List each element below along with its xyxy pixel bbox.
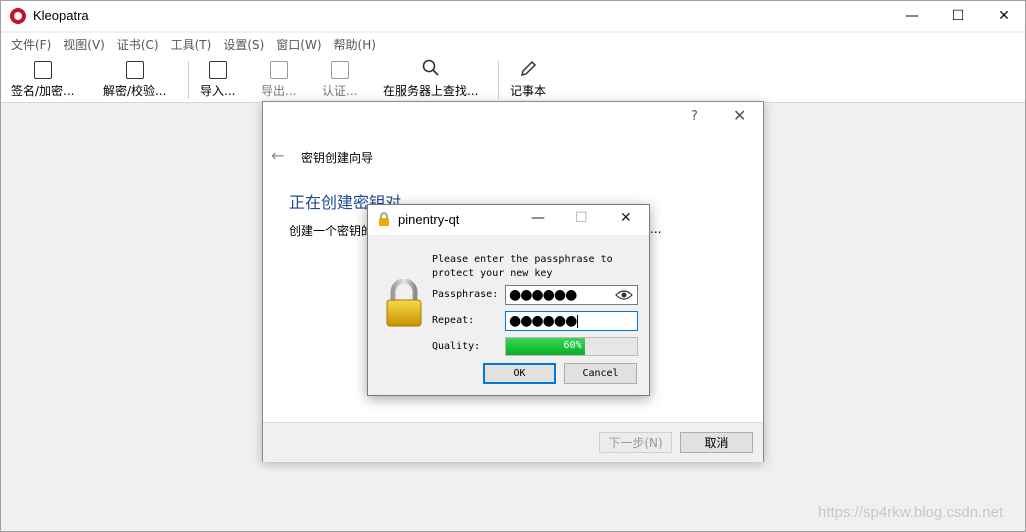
minimize-button[interactable]: — (889, 1, 935, 31)
toolbar: 签名/加密... 解密/校验... 导入... 导出... 认证... 在服务器… (1, 55, 1025, 103)
repeat-value: ●●●●●● (509, 313, 577, 329)
ok-button[interactable]: OK (483, 363, 556, 384)
menu-settings[interactable]: 设置(S) (217, 33, 270, 55)
pinentry-title-bar: pinentry-qt — ☐ ✕ (368, 205, 649, 235)
pinentry-maximize-button: ☐ (575, 210, 588, 226)
toolbar-separator (498, 61, 499, 99)
repeat-label: Repeat: (432, 315, 475, 326)
sign-encrypt-label: 签名/加密... (11, 84, 75, 98)
repeat-passphrase-container: ●●●●●● (509, 313, 579, 329)
kleopatra-logo-icon (10, 8, 26, 24)
window-title: Kleopatra (33, 8, 89, 23)
padlock-icon (386, 279, 422, 327)
wizard-title: 密钥创建向导 (301, 151, 374, 165)
search-icon (422, 59, 439, 76)
wizard-description: 创建一个密钥的... (289, 222, 661, 239)
passphrase-input[interactable]: ●●●●●● (505, 285, 638, 305)
wizard-description-tail: ... (650, 222, 662, 236)
certify-icon (330, 61, 349, 79)
import-label: 导入... (200, 84, 236, 98)
next-button[interactable]: 下一步(N) (599, 432, 672, 453)
wizard-description-start: 创建一个密钥的 (289, 224, 374, 238)
menu-certificates[interactable]: 证书(C) (111, 33, 165, 55)
show-password-eye-icon[interactable] (615, 288, 633, 302)
passphrase-value: ●●●●●● (509, 287, 577, 303)
wizard-close-button[interactable]: ✕ (733, 106, 746, 125)
pinentry-dialog: pinentry-qt — ☐ ✕ Please enter the passp… (367, 204, 650, 396)
quality-value: 60% (563, 340, 582, 351)
lookup-server-button[interactable]: 在服务器上查找... (383, 59, 478, 99)
import-icon (208, 61, 227, 79)
notepad-button[interactable]: 记事本 (510, 59, 546, 99)
pencil-icon (520, 60, 537, 77)
wizard-cancel-button[interactable]: 取消 (680, 432, 753, 453)
notepad-label: 记事本 (510, 84, 547, 98)
quality-progress-bar: 60% (505, 337, 638, 356)
sign-encrypt-button[interactable]: 签名/加密... (11, 59, 75, 99)
pinentry-close-button[interactable]: ✕ (620, 210, 632, 226)
menu-view[interactable]: 视图(V) (57, 33, 111, 55)
quality-label: Quality: (432, 341, 481, 352)
lookup-server-label: 在服务器上查找... (383, 84, 479, 98)
import-button[interactable]: 导入... (200, 59, 235, 99)
decrypt-verify-button[interactable]: 解密/校验... (103, 59, 167, 99)
export-button[interactable]: 导出... (261, 59, 296, 99)
close-button[interactable]: ✕ (981, 1, 1026, 31)
help-button[interactable]: ? (691, 109, 698, 124)
menu-window[interactable]: 窗口(W) (270, 33, 327, 55)
menu-file[interactable]: 文件(F) (5, 33, 57, 55)
watermark-text: https://sp4rkw.blog.csdn.net (818, 504, 1004, 521)
menu-tools[interactable]: 工具(T) (165, 33, 218, 55)
certify-button[interactable]: 认证... (322, 59, 357, 99)
menu-bar: 文件(F) 视图(V) 证书(C) 工具(T) 设置(S) 窗口(W) 帮助(H… (1, 33, 1025, 55)
pinentry-title: pinentry-qt (398, 212, 460, 227)
maximize-button[interactable]: ☐ (935, 1, 981, 31)
toolbar-separator (188, 61, 189, 99)
pinentry-minimize-button[interactable]: — (531, 210, 545, 226)
back-arrow-icon[interactable]: ← (271, 146, 284, 165)
text-cursor (577, 314, 579, 328)
decrypt-verify-icon (125, 61, 144, 79)
passphrase-label: Passphrase: (432, 289, 499, 300)
sign-encrypt-icon (33, 61, 52, 79)
decrypt-verify-label: 解密/校验... (103, 84, 167, 98)
repeat-passphrase-input[interactable]: ●●●●●● (505, 311, 638, 331)
certify-label: 认证... (322, 84, 358, 98)
pinentry-cancel-button[interactable]: Cancel (564, 363, 637, 384)
pinentry-prompt: Please enter the passphrase to protect y… (432, 254, 613, 279)
wizard-footer: 下一步(N) 取消 (263, 422, 763, 462)
menu-help[interactable]: 帮助(H) (328, 33, 382, 55)
title-bar: Kleopatra — ☐ ✕ (1, 1, 1025, 31)
export-icon (269, 61, 288, 79)
export-label: 导出... (261, 84, 297, 98)
lock-icon (379, 212, 389, 226)
